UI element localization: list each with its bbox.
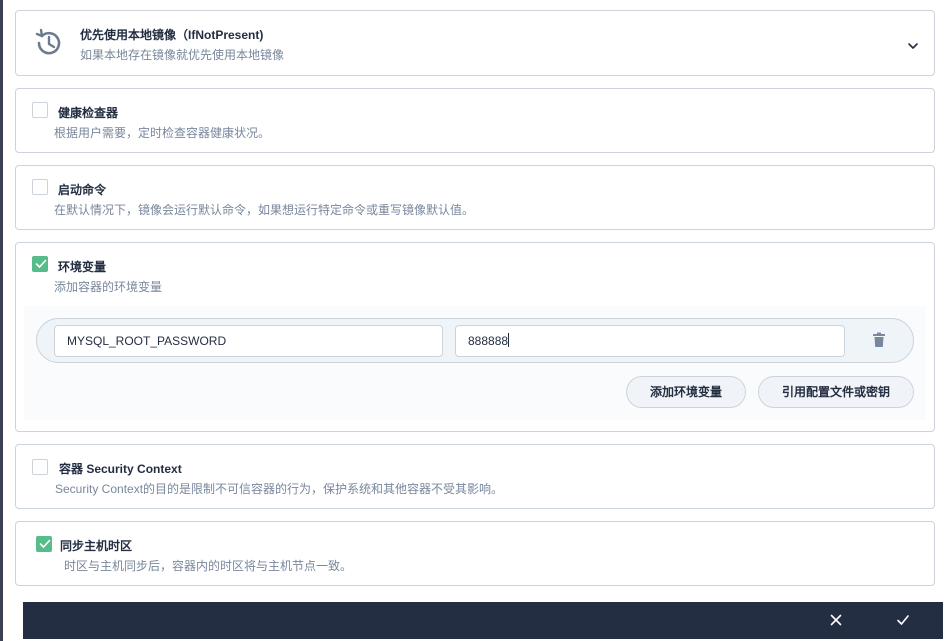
text-cursor — [508, 333, 510, 347]
env-var-key-input[interactable]: MYSQL_ROOT_PASSWORD — [54, 325, 443, 357]
footer-bar — [23, 602, 943, 639]
sync-timezone-desc: 时区与主机同步后，容器内的时区将与主机节点一致。 — [64, 559, 353, 573]
health-check-desc: 根据用户需要，定时检查容器健康状况。 — [54, 126, 271, 140]
checkmark-icon — [39, 539, 51, 548]
health-check-title: 健康检查器 — [58, 106, 119, 120]
start-command-checkbox[interactable] — [32, 179, 48, 195]
close-icon[interactable] — [829, 613, 843, 627]
env-var-value-text: 888888 — [468, 334, 509, 348]
image-pull-policy-select[interactable]: 优先使用本地镜像（IfNotPresent) 如果本地存在镜像就优先使用本地镜像 — [15, 10, 935, 76]
env-vars-title: 环境变量 — [58, 260, 107, 274]
confirm-check-icon[interactable] — [896, 613, 910, 627]
image-pull-policy-desc: 如果本地存在镜像就优先使用本地镜像 — [80, 48, 285, 62]
security-context-desc: Security Context的目的是限制不可信容器的行为，保护系统和其他容器… — [55, 482, 504, 496]
history-icon — [31, 26, 65, 60]
add-env-var-button[interactable]: 添加环境变量 — [626, 376, 746, 408]
security-context-card: 容器 Security Context Security Context的目的是… — [15, 444, 935, 509]
env-vars-checkbox[interactable] — [32, 256, 48, 272]
env-var-row: MYSQL_ROOT_PASSWORD 888888 — [36, 318, 914, 363]
env-vars-panel: MYSQL_ROOT_PASSWORD 888888 添加环境变量 引用配置文件… — [24, 306, 926, 420]
trash-icon[interactable] — [872, 332, 886, 348]
env-vars-card: 环境变量 添加容器的环境变量 MYSQL_ROOT_PASSWORD 88888… — [15, 242, 935, 432]
env-var-value-input[interactable]: 888888 — [455, 325, 845, 357]
sync-timezone-checkbox[interactable] — [36, 536, 52, 552]
sync-timezone-title: 同步主机时区 — [60, 539, 133, 553]
start-command-desc: 在默认情况下，镜像会运行默认命令，如果想运行特定命令或重写镜像默认值。 — [54, 203, 475, 217]
start-command-title: 启动命令 — [58, 183, 107, 197]
health-check-checkbox[interactable] — [32, 102, 48, 118]
reference-config-secret-button[interactable]: 引用配置文件或密钥 — [758, 376, 914, 408]
sync-timezone-card: 同步主机时区 时区与主机同步后，容器内的时区将与主机节点一致。 — [15, 521, 935, 586]
health-check-card: 健康检查器 根据用户需要，定时检查容器健康状况。 — [15, 88, 935, 153]
window-edge — [0, 0, 3, 641]
security-context-title: 容器 Security Context — [59, 462, 182, 476]
chevron-down-icon[interactable] — [907, 38, 919, 49]
security-context-checkbox[interactable] — [32, 459, 48, 475]
image-pull-policy-title: 优先使用本地镜像（IfNotPresent) — [80, 28, 264, 42]
checkmark-icon — [35, 259, 47, 268]
env-vars-desc: 添加容器的环境变量 — [54, 280, 163, 294]
start-command-card: 启动命令 在默认情况下，镜像会运行默认命令，如果想运行特定命令或重写镜像默认值。 — [15, 165, 935, 230]
